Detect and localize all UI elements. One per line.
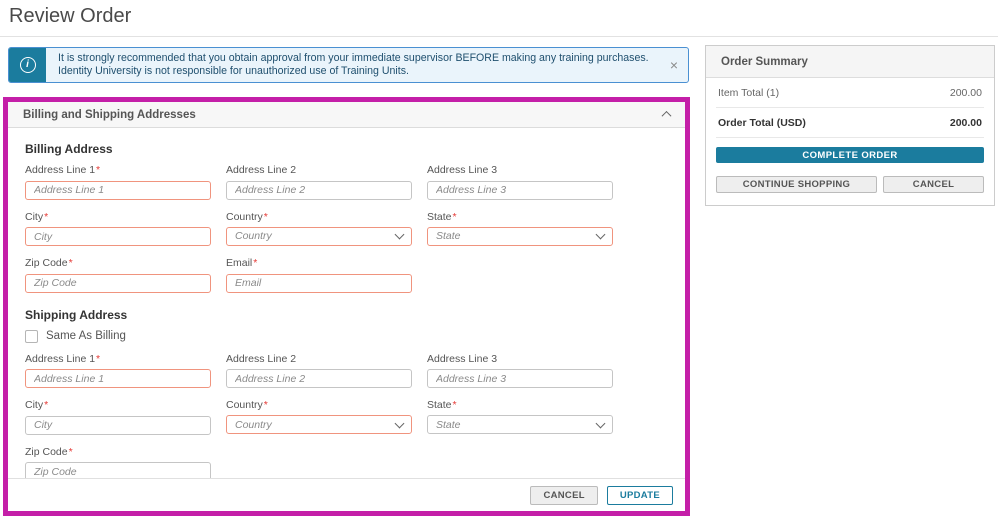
field-label: City [25, 399, 43, 411]
cancel-order-button[interactable]: CANCEL [883, 176, 984, 193]
billing-email-field: Email* [226, 257, 412, 293]
continue-shopping-button[interactable]: CONTINUE SHOPPING [716, 176, 877, 193]
required-asterisk: * [96, 164, 100, 176]
same-as-billing-checkbox[interactable] [25, 330, 38, 343]
billing-city-input[interactable] [25, 227, 211, 246]
billing-address3-input[interactable] [427, 181, 613, 200]
order-total-label: Order Total (USD) [718, 117, 806, 129]
field-label: Country [226, 399, 263, 411]
required-asterisk: * [264, 399, 268, 411]
panel-header[interactable]: Billing and Shipping Addresses [8, 102, 685, 128]
panel-title: Billing and Shipping Addresses [23, 109, 663, 121]
billing-zip-input[interactable] [25, 274, 211, 293]
field-label: Address Line 1 [25, 353, 95, 365]
shipping-address3-input[interactable] [427, 369, 613, 388]
field-label: Address Line 2 [226, 353, 412, 366]
item-total-row: Item Total (1) 200.00 [716, 78, 984, 108]
billing-address1-field: Address Line 1* [25, 164, 211, 200]
cancel-button[interactable]: CANCEL [530, 486, 597, 505]
shipping-address-heading: Shipping Address [25, 308, 668, 322]
billing-zip-field: Zip Code* [25, 257, 211, 293]
form-footer: CANCEL UPDATE [8, 478, 685, 511]
required-asterisk: * [264, 211, 268, 223]
billing-state-field: State* State [427, 211, 613, 247]
billing-country-field: Country* Country [226, 211, 412, 247]
billing-address3-field: Address Line 3 [427, 164, 613, 200]
field-label: Zip Code [25, 446, 68, 458]
shipping-country-select[interactable]: Country [226, 415, 412, 434]
billing-country-select[interactable]: Country [226, 227, 412, 246]
billing-shipping-panel: Billing and Shipping Addresses Billing A… [3, 97, 690, 516]
banner-message: It is strongly recommended that you obta… [46, 48, 660, 82]
billing-address2-input[interactable] [226, 181, 412, 200]
shipping-state-field: State* State [427, 399, 613, 435]
info-icon-box: i [9, 48, 46, 82]
shipping-city-input[interactable] [25, 416, 211, 435]
field-label: City [25, 211, 43, 223]
info-banner: i It is strongly recommended that you ob… [8, 47, 689, 83]
field-label: Address Line 1 [25, 164, 95, 176]
shipping-country-field: Country* Country [226, 399, 412, 435]
billing-city-field: City* [25, 211, 211, 247]
page-title: Review Order [9, 5, 131, 28]
order-total-row: Order Total (USD) 200.00 [716, 108, 984, 138]
shipping-zip-field: Zip Code* [25, 446, 211, 482]
complete-order-button[interactable]: COMPLETE ORDER [716, 147, 984, 163]
same-as-billing-label: Same As Billing [46, 330, 126, 342]
order-summary-title: Order Summary [706, 46, 994, 78]
shipping-address2-field: Address Line 2 [226, 353, 412, 389]
field-label: Address Line 2 [226, 164, 412, 177]
shipping-address1-field: Address Line 1* [25, 353, 211, 389]
shipping-address1-input[interactable] [25, 369, 211, 388]
chevron-down-icon [395, 230, 405, 240]
required-asterisk: * [44, 211, 48, 223]
field-label: Address Line 3 [427, 353, 613, 366]
field-label: Address Line 3 [427, 164, 613, 177]
billing-address1-input[interactable] [25, 181, 211, 200]
shipping-address3-field: Address Line 3 [427, 353, 613, 389]
shipping-state-select[interactable]: State [427, 415, 613, 434]
billing-address2-field: Address Line 2 [226, 164, 412, 200]
required-asterisk: * [96, 353, 100, 365]
chevron-down-icon [596, 418, 606, 428]
title-divider [0, 36, 998, 37]
same-as-billing-row: Same As Billing [25, 330, 668, 343]
field-label: Email [226, 257, 252, 269]
field-label: State [427, 399, 452, 411]
info-icon: i [20, 57, 36, 73]
required-asterisk: * [44, 399, 48, 411]
chevron-down-icon [395, 418, 405, 428]
required-asterisk: * [453, 399, 457, 411]
item-total-label: Item Total (1) [718, 87, 779, 99]
chevron-down-icon [596, 230, 606, 240]
shipping-address2-input[interactable] [226, 369, 412, 388]
required-asterisk: * [253, 257, 257, 269]
billing-email-input[interactable] [226, 274, 412, 293]
billing-state-select[interactable]: State [427, 227, 613, 246]
field-label: Country [226, 211, 263, 223]
update-button[interactable]: UPDATE [607, 486, 673, 505]
close-icon[interactable]: × [660, 48, 688, 82]
required-asterisk: * [69, 446, 73, 458]
field-label: Zip Code [25, 257, 68, 269]
item-total-value: 200.00 [950, 87, 982, 99]
order-total-value: 200.00 [950, 117, 982, 129]
chevron-up-icon[interactable] [662, 111, 672, 121]
required-asterisk: * [69, 257, 73, 269]
billing-address-heading: Billing Address [25, 142, 668, 156]
order-summary-panel: Order Summary Item Total (1) 200.00 Orde… [705, 45, 995, 206]
shipping-city-field: City* [25, 399, 211, 435]
required-asterisk: * [453, 211, 457, 223]
field-label: State [427, 211, 452, 223]
